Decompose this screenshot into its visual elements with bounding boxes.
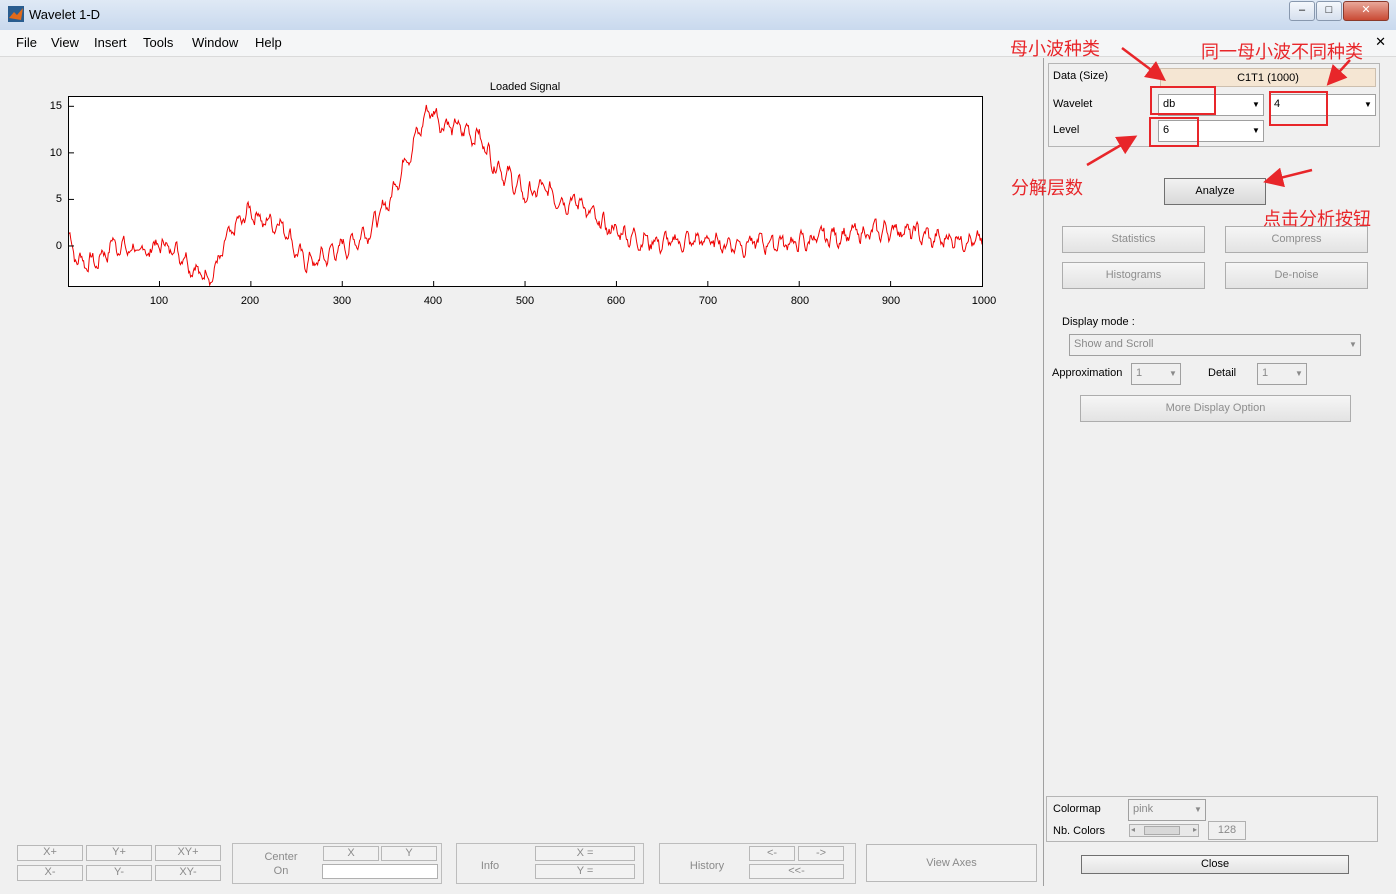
- analyze-button[interactable]: Analyze: [1164, 178, 1266, 205]
- zoom-xy-minus-button[interactable]: XY-: [155, 865, 221, 881]
- approximation-label: Approximation: [1052, 367, 1123, 379]
- info-x-field: X =: [535, 846, 635, 861]
- detail-select[interactable]: 1 ▼: [1257, 363, 1307, 385]
- chevron-left-icon[interactable]: ◂: [1131, 825, 1135, 834]
- chevron-down-icon: ▼: [1349, 340, 1357, 349]
- histograms-button[interactable]: Histograms: [1062, 262, 1205, 289]
- chevron-down-icon: ▼: [1252, 100, 1260, 109]
- detail-value: 1: [1262, 367, 1269, 379]
- x-tick-label: 500: [515, 295, 535, 307]
- info-label: Info: [480, 860, 500, 872]
- chevron-down-icon: ▼: [1364, 100, 1372, 109]
- display-mode-select[interactable]: Show and Scroll ▼: [1069, 334, 1361, 356]
- data-size-value: C1T1 (1000): [1160, 68, 1376, 87]
- close-window-button[interactable]: ✕: [1343, 1, 1389, 21]
- menu-insert[interactable]: Insert: [94, 35, 127, 50]
- on-label: On: [273, 865, 289, 877]
- maximize-button[interactable]: □: [1316, 1, 1342, 21]
- title-bar: Wavelet 1-D – □ ✕: [0, 0, 1396, 31]
- zoom-y-minus-button[interactable]: Y-: [86, 865, 152, 881]
- signal-line: [68, 104, 983, 288]
- chevron-down-icon: ▼: [1169, 369, 1177, 378]
- x-tick-label: 200: [240, 295, 260, 307]
- nb-colors-slider[interactable]: ◂ ▸: [1129, 824, 1199, 837]
- annotation-family-text: 母小波种类: [1010, 39, 1100, 59]
- menu-file[interactable]: File: [16, 35, 37, 50]
- center-y-button[interactable]: Y: [381, 846, 437, 861]
- menu-close-icon[interactable]: ✕: [1375, 34, 1386, 50]
- slider-thumb[interactable]: [1144, 826, 1180, 835]
- history-forward-button[interactable]: ->: [798, 846, 844, 861]
- x-tick-label: 900: [881, 295, 901, 307]
- annotation-order-text: 同一母小波不同种类: [1201, 42, 1363, 62]
- colormap-label: Colormap: [1053, 803, 1101, 815]
- more-display-option-button[interactable]: More Display Option: [1080, 395, 1351, 422]
- close-button[interactable]: Close: [1081, 855, 1349, 874]
- y-tick-label: 15: [49, 100, 62, 112]
- approximation-value: 1: [1136, 367, 1143, 379]
- window-title: Wavelet 1-D: [29, 7, 101, 22]
- menu-bar: File View Insert Tools Window Help ✕: [0, 30, 1396, 57]
- history-first-button[interactable]: <<-: [749, 864, 844, 879]
- x-tick-label: 700: [698, 295, 718, 307]
- center-on-field[interactable]: [322, 864, 438, 879]
- wavelet-label: Wavelet: [1053, 98, 1093, 110]
- x-tick-label: 400: [423, 295, 443, 307]
- chevron-right-icon[interactable]: ▸: [1193, 825, 1197, 834]
- signal-axes[interactable]: [68, 96, 983, 288]
- colormap-value: pink: [1133, 803, 1154, 815]
- colormap-select[interactable]: pink ▼: [1128, 799, 1206, 821]
- menu-tools[interactable]: Tools: [143, 35, 173, 50]
- highlight-family: [1150, 86, 1216, 115]
- denoise-button[interactable]: De-noise: [1225, 262, 1368, 289]
- x-tick-label: 600: [606, 295, 626, 307]
- nb-colors-value[interactable]: 128: [1208, 821, 1246, 840]
- center-label: Center: [264, 851, 298, 863]
- history-label: History: [689, 860, 725, 872]
- minimize-button[interactable]: –: [1289, 1, 1315, 21]
- annotation-analyze-text: 点击分析按钮: [1263, 209, 1371, 229]
- x-tick-label: 1000: [971, 295, 997, 307]
- zoom-y-plus-button[interactable]: Y+: [86, 845, 152, 861]
- approximation-select[interactable]: 1 ▼: [1131, 363, 1181, 385]
- chevron-down-icon: ▼: [1252, 126, 1260, 135]
- x-tick-label: 100: [149, 295, 169, 307]
- x-tick-label: 800: [790, 295, 810, 307]
- y-tick-label: 0: [55, 240, 62, 252]
- arrow-to-analyze: [1263, 167, 1313, 188]
- zoom-x-plus-button[interactable]: X+: [17, 845, 83, 861]
- data-size-label: Data (Size): [1053, 70, 1109, 82]
- zoom-x-minus-button[interactable]: X-: [17, 865, 83, 881]
- chevron-down-icon: ▼: [1194, 805, 1202, 814]
- display-mode-value: Show and Scroll: [1074, 338, 1154, 350]
- matlab-logo-icon: [8, 6, 24, 22]
- nb-colors-label: Nb. Colors: [1053, 825, 1105, 837]
- chevron-down-icon: ▼: [1295, 369, 1303, 378]
- plot-title: Loaded Signal: [489, 81, 561, 93]
- annotation-level-text: 分解层数: [1011, 178, 1083, 198]
- statistics-button[interactable]: Statistics: [1062, 226, 1205, 253]
- highlight-level: [1149, 117, 1199, 147]
- menu-view[interactable]: View: [51, 35, 79, 50]
- menu-window[interactable]: Window: [192, 35, 238, 50]
- y-tick-label: 5: [55, 193, 62, 205]
- history-back-button[interactable]: <-: [749, 846, 795, 861]
- view-axes-button[interactable]: View Axes: [866, 844, 1037, 882]
- signal-plot: [68, 104, 983, 288]
- highlight-order: [1269, 91, 1328, 126]
- y-tick-label: 10: [49, 147, 62, 159]
- level-label: Level: [1053, 124, 1080, 136]
- x-tick-label: 300: [332, 295, 352, 307]
- zoom-xy-plus-button[interactable]: XY+: [155, 845, 221, 861]
- info-y-field: Y =: [535, 864, 635, 879]
- detail-label: Detail: [1208, 367, 1237, 379]
- center-x-button[interactable]: X: [323, 846, 379, 861]
- display-mode-label: Display mode :: [1062, 316, 1135, 328]
- menu-help[interactable]: Help: [255, 35, 282, 50]
